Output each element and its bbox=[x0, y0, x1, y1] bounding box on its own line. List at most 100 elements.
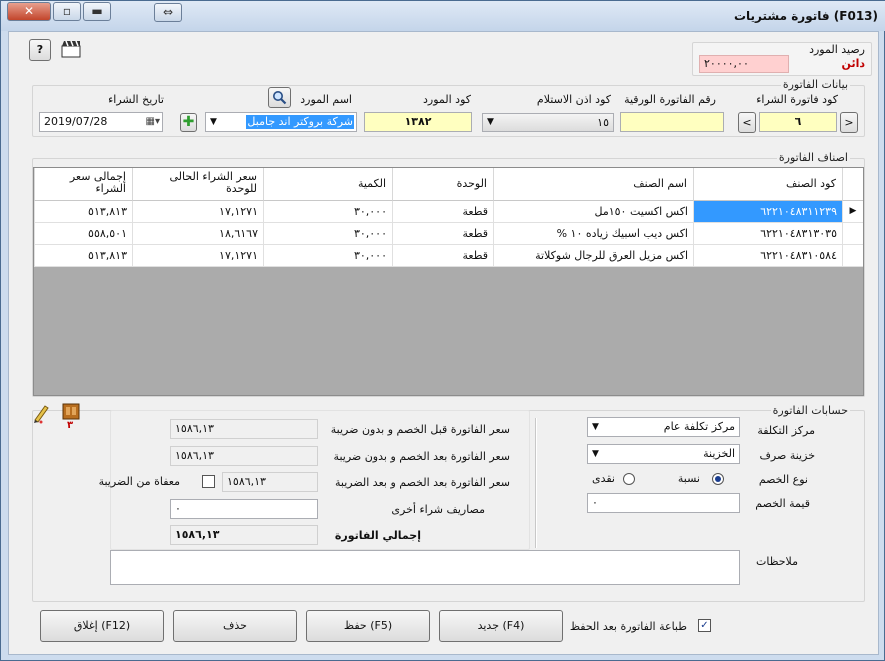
receipt-permit-code-value: ١٥ bbox=[597, 116, 609, 129]
items-grid[interactable]: كود الصنف اسم الصنف الوحدة الكمية سعر ال… bbox=[33, 167, 864, 396]
cost-center-value: مركز تكلفة عام bbox=[663, 420, 735, 433]
new-button[interactable]: جديد (F4) bbox=[439, 610, 563, 642]
grid-row-header-corner bbox=[842, 168, 863, 201]
other-expenses-field[interactable]: ٠ bbox=[170, 499, 318, 519]
tax-exempt-checkbox[interactable] bbox=[202, 475, 215, 488]
table-cell-quantity[interactable]: ٣٠,٠٠٠ bbox=[263, 201, 392, 223]
chevron-down-icon: ▼ bbox=[487, 117, 494, 127]
tax-exempt-label: معفاة من الضريبة bbox=[98, 475, 180, 488]
after-discount-field: ١٥٨٦,١٣ bbox=[170, 446, 318, 466]
table-cell-quantity[interactable]: ٣٠,٠٠٠ bbox=[263, 245, 392, 267]
receipt-permit-code-dropdown[interactable]: ▼ ١٥ bbox=[482, 113, 614, 132]
print-after-save-label: طباعة الفاتورة بعد الحفظ bbox=[569, 620, 687, 633]
close-window-button[interactable]: ✕ bbox=[7, 2, 51, 21]
clapperboard-icon[interactable] bbox=[61, 40, 81, 58]
invoice-total-label: إجمالي الفاتورة bbox=[334, 529, 421, 542]
maximize-window-button[interactable]: ▫ bbox=[53, 2, 81, 21]
purchase-date-label: تاريخ الشراء bbox=[108, 93, 164, 106]
attachments-count: ٣ bbox=[67, 420, 74, 431]
window-title: (F013) فاتورة مشتريات bbox=[733, 9, 878, 23]
table-cell-unit[interactable]: قطعة bbox=[392, 201, 493, 223]
row-selector[interactable] bbox=[842, 245, 863, 267]
plus-icon: ✚ bbox=[182, 114, 195, 130]
chevron-down-icon: ▼ bbox=[210, 117, 217, 127]
before-discount-label: سعر الفاتورة قبل الخصم و بدون ضريبة bbox=[330, 423, 510, 436]
table-cell-unit[interactable]: قطعة bbox=[392, 245, 493, 267]
supplier-code-field[interactable]: ١٣٨٢ bbox=[364, 112, 472, 132]
close-button[interactable]: إغلاق (F12) bbox=[40, 610, 164, 642]
table-cell-item-code[interactable]: ٦٢٢١٠٤٨٣١١٢٣٩ bbox=[693, 201, 842, 223]
invoice-data-group-label: بيانات الفاتورة bbox=[780, 78, 850, 91]
invoice-total-field: ١٥٨٦,١٣ bbox=[170, 525, 318, 545]
row-selector-arrow-icon[interactable]: ▶ bbox=[842, 201, 863, 223]
chevron-down-icon: ▼ bbox=[592, 422, 599, 432]
table-cell-total-price[interactable]: ٥١٣,٨١٣ bbox=[34, 201, 132, 223]
after-discount-label: سعر الفاتورة بعد الخصم و بدون ضريبة bbox=[333, 450, 510, 463]
column-header-unit-price[interactable]: سعر الشراء الحالى للوحدة bbox=[132, 168, 263, 201]
column-header-total-price[interactable]: إجمالى سعر الشراء bbox=[34, 168, 132, 201]
table-cell-item-name[interactable]: اكس ديب اسبيك زياده ١٠ % bbox=[493, 223, 693, 245]
after-discount-tax-field: ١٥٨٦,١٣ bbox=[222, 472, 318, 492]
vertical-divider bbox=[535, 418, 537, 548]
attachment-pencil-icon[interactable] bbox=[31, 402, 51, 424]
swap-direction-button[interactable]: ⇔ bbox=[154, 3, 182, 22]
title-bar: ✕ ▫ ▬ ⇔ (F013) فاتورة مشتريات bbox=[1, 1, 885, 31]
table-cell-item-code[interactable]: ٦٢٢١٠٤٨٣١٠٥٨٤ bbox=[693, 245, 842, 267]
row-selector[interactable] bbox=[842, 223, 863, 245]
notes-label: ملاحظات bbox=[756, 555, 798, 568]
purchase-invoice-window: ✕ ▫ ▬ ⇔ (F013) فاتورة مشتريات ? رصيد الم… bbox=[0, 0, 885, 661]
table-cell-total-price[interactable]: ٥٥٨,٥٠١ bbox=[34, 223, 132, 245]
supplier-balance-label: رصيد المورد bbox=[809, 43, 865, 56]
before-discount-field: ١٥٨٦,١٣ bbox=[170, 419, 318, 439]
invoice-items-group-label: اصناف الفاتورة bbox=[776, 151, 850, 164]
column-header-unit[interactable]: الوحدة bbox=[392, 168, 493, 201]
purchase-date-picker[interactable]: 2019/07/28 ▦▾ bbox=[39, 112, 163, 132]
discount-cash-radio[interactable] bbox=[623, 473, 635, 485]
supplier-balance-panel: رصيد المورد دائن ٢٠٠٠٠,٠٠ bbox=[692, 42, 872, 76]
supplier-search-button[interactable] bbox=[268, 87, 291, 108]
table-cell-unit-price[interactable]: ١٨,٦١٦٧ bbox=[132, 223, 263, 245]
receipt-permit-code-label: كود اذن الاستلام bbox=[536, 93, 611, 106]
treasury-dropdown[interactable]: ▼ الخزينة bbox=[587, 444, 740, 464]
next-invoice-button[interactable]: > bbox=[840, 112, 858, 133]
paper-invoice-number-label: رقم الفاتورة الورقية bbox=[624, 93, 716, 106]
table-cell-item-name[interactable]: اكس اكسيت ١٥٠مل bbox=[493, 201, 693, 223]
calendar-icon[interactable]: ▦▾ bbox=[146, 113, 160, 131]
table-cell-item-code[interactable]: ٦٢٢١٠٤٨٣١٣٠٣٥ bbox=[693, 223, 842, 245]
discount-type-label: نوع الخصم bbox=[758, 473, 808, 486]
cost-center-dropdown[interactable]: ▼ مركز تكلفة عام bbox=[587, 417, 740, 437]
help-icon[interactable]: ? bbox=[29, 39, 51, 61]
add-supplier-button[interactable]: ✚ bbox=[180, 113, 197, 132]
minimize-window-button[interactable]: ▬ bbox=[83, 2, 111, 21]
previous-invoice-button[interactable]: < bbox=[738, 112, 756, 133]
save-button[interactable]: حفظ (F5) bbox=[306, 610, 430, 642]
discount-cash-label: نقدى bbox=[591, 472, 615, 485]
paper-invoice-number-field[interactable] bbox=[620, 112, 724, 132]
delete-button[interactable]: حذف bbox=[173, 610, 297, 642]
table-cell-quantity[interactable]: ٣٠,٠٠٠ bbox=[263, 223, 392, 245]
table-cell-unit-price[interactable]: ١٧,١٢٧١ bbox=[132, 245, 263, 267]
attachments-folder-icon[interactable] bbox=[61, 402, 81, 420]
supplier-name-value: شركة بروكتر اند جامبل bbox=[246, 115, 354, 129]
discount-percent-radio[interactable] bbox=[712, 473, 724, 485]
purchase-invoice-code-field[interactable]: ٦ bbox=[759, 112, 837, 132]
supplier-code-label: كود المورد bbox=[423, 93, 471, 106]
search-icon bbox=[273, 91, 287, 105]
balance-status: دائن bbox=[841, 57, 865, 70]
table-cell-item-name[interactable]: اكس مزيل العرق للرجال شوكلاتة bbox=[493, 245, 693, 267]
cost-center-label: مركز التكلفة bbox=[757, 424, 815, 437]
notes-field[interactable] bbox=[110, 550, 740, 585]
treasury-label: خزينة صرف bbox=[759, 449, 815, 462]
column-header-item-name[interactable]: اسم الصنف bbox=[493, 168, 693, 201]
discount-value-field[interactable]: ٠ bbox=[587, 493, 740, 513]
purchase-invoice-code-label: كود فاتورة الشراء bbox=[756, 93, 838, 106]
print-after-save-checkbox[interactable]: ✓ bbox=[698, 619, 711, 632]
supplier-name-combo[interactable]: ▼ شركة بروكتر اند جامبل bbox=[205, 112, 357, 132]
table-cell-unit-price[interactable]: ١٧,١٢٧١ bbox=[132, 201, 263, 223]
table-cell-total-price[interactable]: ٥١٣,٨١٣ bbox=[34, 245, 132, 267]
table-cell-unit[interactable]: قطعة bbox=[392, 223, 493, 245]
column-header-quantity[interactable]: الكمية bbox=[263, 168, 392, 201]
purchase-date-value: 2019/07/28 bbox=[44, 115, 108, 128]
treasury-value: الخزينة bbox=[703, 447, 735, 460]
column-header-item-code[interactable]: كود الصنف bbox=[693, 168, 842, 201]
